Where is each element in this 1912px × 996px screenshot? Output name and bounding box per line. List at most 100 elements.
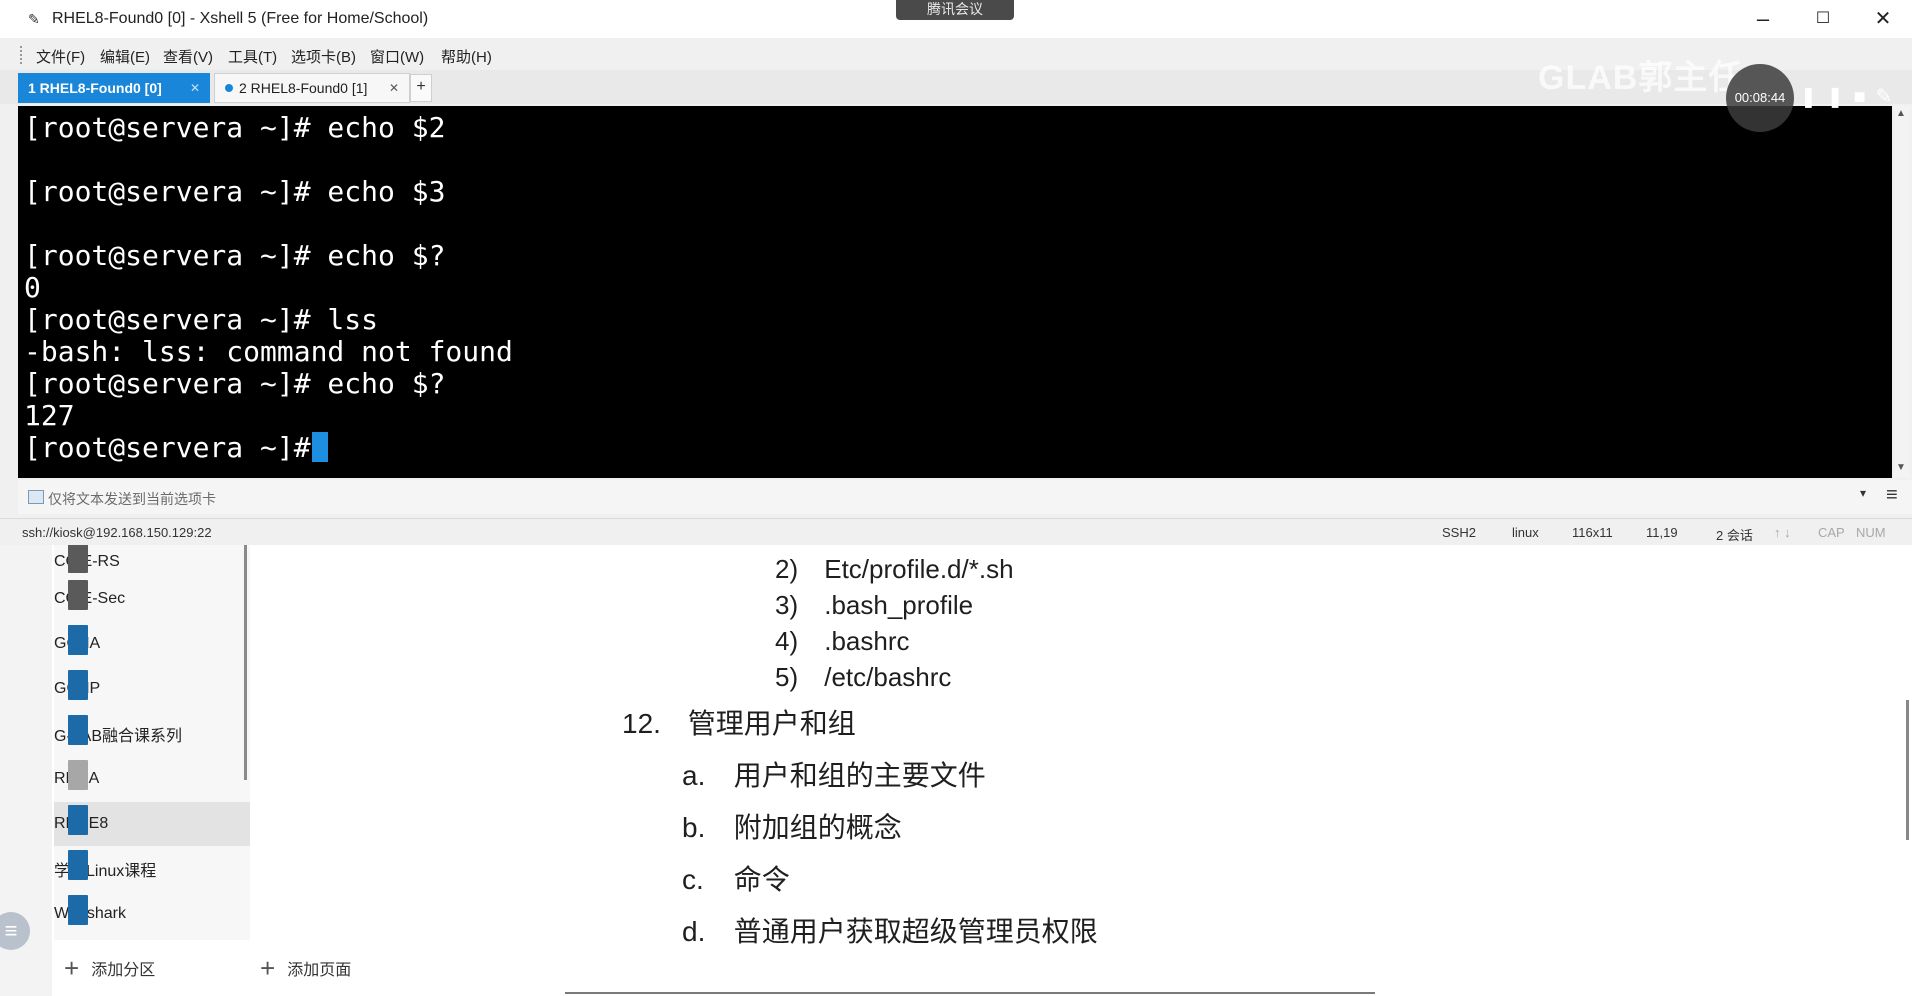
terminal-line: -bash: lss: command not found <box>24 335 513 368</box>
minimize-button[interactable]: – <box>1740 4 1786 34</box>
status-cursor-pos: 11,19 <box>1646 525 1678 540</box>
section-color-tab <box>68 850 88 880</box>
note-list-item[interactable]: c. 命令 <box>682 858 790 898</box>
section-color-tab <box>68 895 88 925</box>
section-item-gcnp[interactable]: GCNP <box>54 667 250 711</box>
terminal-line: 127 <box>24 399 75 432</box>
note-heading-item[interactable]: 12. 管理用户和组 <box>622 702 856 742</box>
tab-label: 1 RHEL8-Found0 [0] <box>28 80 162 96</box>
menu-view[interactable]: 查看(V) <box>163 46 213 67</box>
pause-icon[interactable]: ❚❚ <box>1800 86 1854 108</box>
note-page-body[interactable]: 2) Etc/profile.d/*.sh 3) .bash_profile 4… <box>260 540 1900 996</box>
list-text: 管理用户和组 <box>687 708 856 739</box>
menu-tabs[interactable]: 选项卡(B) <box>291 46 356 67</box>
list-text: 普通用户获取超级管理员权限 <box>733 916 1098 947</box>
close-icon[interactable]: ✕ <box>190 81 200 95</box>
section-item-wireshark[interactable]: Wireshark <box>54 892 250 936</box>
menu-help[interactable]: 帮助(H) <box>441 46 492 67</box>
maximize-icon[interactable]: ☐ <box>1800 4 1846 34</box>
add-section-button[interactable]: + 添加分区 <box>64 950 155 986</box>
section-color-tab <box>68 805 88 835</box>
terminal-line: [root@servera ~]# <box>24 431 328 464</box>
title-bar[interactable]: ✎ RHEL8-Found0 [0] - Xshell 5 (Free for … <box>0 0 1912 38</box>
tab-session-1[interactable]: 1 RHEL8-Found0 [0] ✕ <box>18 73 210 103</box>
tab-session-2[interactable]: 2 RHEL8-Found0 [1] ✕ <box>214 73 410 103</box>
list-number: 2) <box>775 554 799 584</box>
note-list-item[interactable]: b. 附加组的概念 <box>682 806 902 846</box>
section-color-tab <box>68 543 88 573</box>
section-color-tab <box>68 760 88 790</box>
plus-icon: + <box>64 952 80 983</box>
xshell-app-icon: ✎ <box>28 11 40 27</box>
status-cap: CAP <box>1818 525 1845 540</box>
page-vertical-scrollbar[interactable] <box>1906 700 1909 840</box>
menu-icon[interactable]: ≡ <box>1886 484 1898 507</box>
status-size: 116x11 <box>1572 525 1613 540</box>
terminal-line: [root@servera ~]# echo $3 <box>24 175 446 208</box>
menu-file[interactable]: 文件(F) <box>36 46 85 67</box>
scroll-down-icon[interactable]: ▼ <box>1896 462 1906 473</box>
section-color-tab <box>68 580 88 610</box>
note-list-item[interactable]: 4) .bashrc <box>775 626 910 657</box>
section-item-rhce8[interactable]: RHCE8 <box>54 802 250 846</box>
menu-window[interactable]: 窗口(W) <box>370 46 424 67</box>
section-label: Wireshark <box>54 905 127 922</box>
meeting-badge[interactable]: 腾讯会议 <box>896 0 1014 20</box>
status-sessions: 2 会话 <box>1716 528 1753 543</box>
section-label: CCIE-Sec <box>54 590 126 607</box>
terminal-line: [root@servera ~]# echo $? <box>24 367 446 400</box>
watermark-logo: GLAB郭主任 <box>1538 59 1744 97</box>
section-color-tab <box>68 625 88 655</box>
terminal-cursor <box>312 432 328 462</box>
add-section-label: 添加分区 <box>91 962 156 979</box>
send-text-input[interactable]: 仅将文本发送到当前选项卡 <box>48 489 216 509</box>
section-item-ccie-sec[interactable]: CCIE-Sec <box>54 577 250 621</box>
menu-edit[interactable]: 编辑(E) <box>100 46 150 67</box>
new-tab-button[interactable]: + <box>410 74 432 102</box>
close-icon[interactable]: ✕ <box>1860 4 1906 34</box>
terminal-line: [root@servera ~]# echo $2 <box>24 111 446 144</box>
recording-timer: 00:08:44 <box>1726 64 1794 132</box>
section-list-scrollbar[interactable] <box>244 545 247 780</box>
menu-tools[interactable]: 工具(T) <box>228 46 277 67</box>
note-list-item[interactable]: 3) .bash_profile <box>775 590 973 621</box>
terminal-line: [root@servera ~]# echo $? <box>24 239 446 272</box>
section-item-rhca[interactable]: RHCA <box>54 757 250 801</box>
terminal-area[interactable]: [root@servera ~]# echo $2 [root@servera … <box>18 106 1892 478</box>
section-item-school-linux[interactable]: 学校Linux课程 <box>54 847 250 891</box>
section-color-tab <box>68 670 88 700</box>
section-list: CCIE-RS CCIE-Sec GCNA GCNP G-LAB融合课系列 RH… <box>54 540 250 940</box>
status-arrows-icon: ↑ ↓ <box>1774 525 1791 540</box>
section-item-glab[interactable]: G-LAB融合课系列 <box>54 712 250 756</box>
section-item-gcna[interactable]: GCNA <box>54 622 250 666</box>
status-protocol: SSH2 <box>1442 525 1476 540</box>
send-text-bar[interactable]: 仅将文本发送到当前选项卡 ▾ ≡ <box>18 480 1912 514</box>
status-term-type: linux <box>1512 525 1539 540</box>
list-number: 3) <box>775 590 799 620</box>
note-list-item[interactable]: d. 普通用户获取超级管理员权限 <box>682 910 1098 950</box>
terminal-scrollbar[interactable]: ▲ ▼ <box>1894 106 1910 478</box>
note-list-item[interactable]: 5) /etc/bashrc <box>775 662 951 693</box>
recording-controls[interactable]: ❚❚■✎ <box>1800 84 1902 109</box>
scroll-up-icon[interactable]: ▲ <box>1896 108 1906 119</box>
note-list-item[interactable]: 2) Etc/profile.d/*.sh <box>775 554 1014 585</box>
pen-icon[interactable]: ✎ <box>1876 86 1903 108</box>
list-number: c. <box>682 864 704 895</box>
stop-icon[interactable]: ■ <box>1854 86 1876 108</box>
section-color-tab <box>68 715 88 745</box>
list-number: d. <box>682 916 706 947</box>
note-list-item[interactable]: a. 用户和组的主要文件 <box>682 754 986 794</box>
status-num: NUM <box>1856 525 1886 540</box>
page-horizontal-scrollbar[interactable] <box>565 992 1375 994</box>
terminal-line: 0 <box>24 271 41 304</box>
terminal-line: [root@servera ~]# lss <box>24 303 379 336</box>
list-number: b. <box>682 812 706 843</box>
toolbar-grip[interactable] <box>20 46 25 64</box>
window-title: RHEL8-Found0 [0] - Xshell 5 (Free for Ho… <box>52 10 429 27</box>
close-icon[interactable]: ✕ <box>389 81 399 95</box>
list-text: .bash_profile <box>824 590 974 620</box>
status-dot-icon <box>225 84 233 92</box>
list-number: 5) <box>775 662 799 692</box>
tab-label: 2 RHEL8-Found0 [1] <box>239 80 368 96</box>
chevron-down-icon[interactable]: ▾ <box>1860 486 1866 500</box>
